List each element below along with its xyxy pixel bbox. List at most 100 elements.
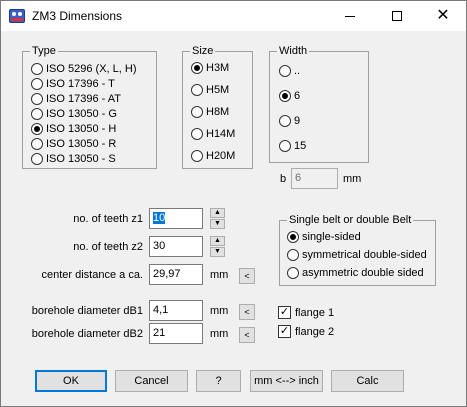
borehole-b1-unit: mm bbox=[210, 305, 229, 317]
flange1-checkbox-row[interactable]: ✓ flange 1 bbox=[278, 306, 334, 319]
radio-button[interactable] bbox=[31, 138, 43, 150]
radio-button-checked[interactable] bbox=[31, 123, 43, 135]
size-option-h14m[interactable]: H14M bbox=[191, 128, 235, 140]
width-option-label: 6 bbox=[294, 90, 301, 102]
size-option-label: H8M bbox=[206, 106, 230, 118]
size-option-label: H20M bbox=[206, 150, 236, 162]
width-option-custom[interactable]: .. bbox=[279, 65, 300, 77]
radio-button-checked[interactable] bbox=[287, 231, 299, 243]
close-button[interactable]: ✕ bbox=[420, 1, 466, 31]
borehole-b2-label: borehole diameter dB2 bbox=[31, 328, 143, 340]
radio-button[interactable] bbox=[31, 153, 43, 165]
checkbox-checked-icon[interactable]: ✓ bbox=[278, 325, 291, 338]
size-option-label: H3M bbox=[206, 62, 230, 74]
borehole-b1-apply-button[interactable]: < bbox=[239, 304, 255, 320]
maximize-button[interactable] bbox=[374, 1, 420, 31]
flange2-label: flange 2 bbox=[295, 325, 335, 338]
maximize-icon bbox=[392, 11, 402, 21]
teeth-z1-label: no. of teeth z1 bbox=[73, 213, 143, 225]
type-group-legend: Type bbox=[30, 45, 58, 57]
type-option-iso5296[interactable]: ISO 5296 (X, L, H) bbox=[31, 63, 136, 75]
width-group-legend: Width bbox=[277, 45, 310, 57]
belt-type-group: Single belt or double Belt single-sided … bbox=[279, 214, 436, 286]
belt-type-group-legend: Single belt or double Belt bbox=[287, 214, 414, 226]
size-option-h5m[interactable]: H5M bbox=[191, 84, 229, 96]
help-button[interactable]: ? bbox=[196, 370, 241, 392]
radio-button[interactable] bbox=[191, 128, 203, 140]
type-option-label: ISO 5296 (X, L, H) bbox=[46, 63, 137, 75]
ok-button[interactable]: OK bbox=[35, 370, 107, 392]
radio-button[interactable] bbox=[191, 106, 203, 118]
width-option-label: .. bbox=[294, 65, 301, 77]
teeth-z2-input[interactable]: 30 bbox=[149, 236, 203, 257]
type-option-label: ISO 13050 - S bbox=[46, 153, 116, 165]
cancel-button[interactable]: Cancel bbox=[115, 370, 188, 392]
type-option-iso17396-t[interactable]: ISO 17396 - T bbox=[31, 78, 115, 90]
title-bar: ZM3 Dimensions ✕ bbox=[1, 1, 466, 31]
width-option-9[interactable]: 9 bbox=[279, 115, 300, 127]
spin-down-icon[interactable]: ▼ bbox=[210, 247, 225, 257]
radio-button[interactable] bbox=[191, 150, 203, 162]
spin-down-icon[interactable]: ▼ bbox=[210, 219, 225, 229]
teeth-z1-spinner[interactable]: ▲ ▼ bbox=[210, 208, 225, 229]
radio-button[interactable] bbox=[191, 84, 203, 96]
spin-up-icon[interactable]: ▲ bbox=[210, 236, 225, 246]
center-distance-input[interactable]: 29,97 bbox=[149, 264, 203, 285]
radio-button[interactable] bbox=[287, 249, 299, 261]
width-option-15[interactable]: 15 bbox=[279, 140, 306, 152]
radio-button-checked[interactable] bbox=[279, 90, 291, 102]
center-distance-label: center distance a ca. bbox=[41, 269, 143, 281]
radio-button[interactable] bbox=[31, 93, 43, 105]
radio-button[interactable] bbox=[279, 140, 291, 152]
radio-button[interactable] bbox=[279, 65, 291, 77]
calc-button[interactable]: Calc bbox=[331, 370, 404, 392]
center-distance-unit: mm bbox=[210, 269, 229, 281]
b-input[interactable]: 6 bbox=[291, 168, 338, 189]
minimize-button[interactable] bbox=[327, 1, 373, 31]
size-option-label: H14M bbox=[206, 128, 236, 140]
teeth-z1-value: 10 bbox=[153, 212, 166, 224]
borehole-b1-label: borehole diameter dB1 bbox=[31, 305, 143, 317]
width-group: Width .. 6 9 15 bbox=[269, 45, 369, 163]
borehole-b2-input[interactable]: 21 bbox=[149, 323, 203, 344]
type-option-label: ISO 13050 - R bbox=[46, 138, 117, 150]
radio-button[interactable] bbox=[287, 267, 299, 279]
type-option-label: ISO 17396 - AT bbox=[46, 93, 122, 105]
spin-up-icon[interactable]: ▲ bbox=[210, 208, 225, 218]
belt-option-symmetrical[interactable]: symmetrical double-sided bbox=[287, 249, 427, 261]
size-option-label: H5M bbox=[206, 84, 230, 96]
radio-button[interactable] bbox=[279, 115, 291, 127]
type-option-iso13050-g[interactable]: ISO 13050 - G bbox=[31, 108, 117, 120]
radio-button[interactable] bbox=[31, 78, 43, 90]
teeth-z1-input[interactable]: 10 bbox=[149, 208, 203, 229]
teeth-z2-spinner[interactable]: ▲ ▼ bbox=[210, 236, 225, 257]
radio-button[interactable] bbox=[31, 63, 43, 75]
type-option-label: ISO 17396 - T bbox=[46, 78, 115, 90]
borehole-b2-apply-button[interactable]: < bbox=[239, 327, 255, 343]
type-option-iso17396-at[interactable]: ISO 17396 - AT bbox=[31, 93, 121, 105]
type-option-label: ISO 13050 - G bbox=[46, 108, 117, 120]
unit-convert-button[interactable]: mm <--> inch bbox=[250, 370, 323, 392]
app-icon bbox=[9, 9, 25, 23]
belt-option-asymmetric[interactable]: asymmetric double sided bbox=[287, 267, 424, 279]
dialog-window: ZM3 Dimensions ✕ Type ISO 5296 (X, L, H)… bbox=[0, 0, 467, 407]
borehole-b2-unit: mm bbox=[210, 328, 229, 340]
type-option-iso13050-h[interactable]: ISO 13050 - H bbox=[31, 123, 116, 135]
checkbox-checked-icon[interactable]: ✓ bbox=[278, 306, 291, 319]
size-option-h8m[interactable]: H8M bbox=[191, 106, 229, 118]
minimize-icon bbox=[345, 15, 355, 17]
radio-button[interactable] bbox=[31, 108, 43, 120]
close-icon: ✕ bbox=[436, 7, 450, 24]
type-group: Type ISO 5296 (X, L, H) ISO 17396 - T IS… bbox=[22, 45, 157, 169]
flange2-checkbox-row[interactable]: ✓ flange 2 bbox=[278, 325, 334, 338]
type-option-iso13050-r[interactable]: ISO 13050 - R bbox=[31, 138, 116, 150]
type-option-iso13050-s[interactable]: ISO 13050 - S bbox=[31, 153, 116, 165]
center-distance-apply-button[interactable]: < bbox=[239, 268, 255, 284]
belt-option-single-sided[interactable]: single-sided bbox=[287, 231, 361, 243]
size-option-h20m[interactable]: H20M bbox=[191, 150, 235, 162]
belt-option-label: asymmetric double sided bbox=[302, 267, 424, 279]
size-option-h3m[interactable]: H3M bbox=[191, 62, 229, 74]
borehole-b1-input[interactable]: 4,1 bbox=[149, 300, 203, 321]
radio-button-checked[interactable] bbox=[191, 62, 203, 74]
width-option-6[interactable]: 6 bbox=[279, 90, 300, 102]
